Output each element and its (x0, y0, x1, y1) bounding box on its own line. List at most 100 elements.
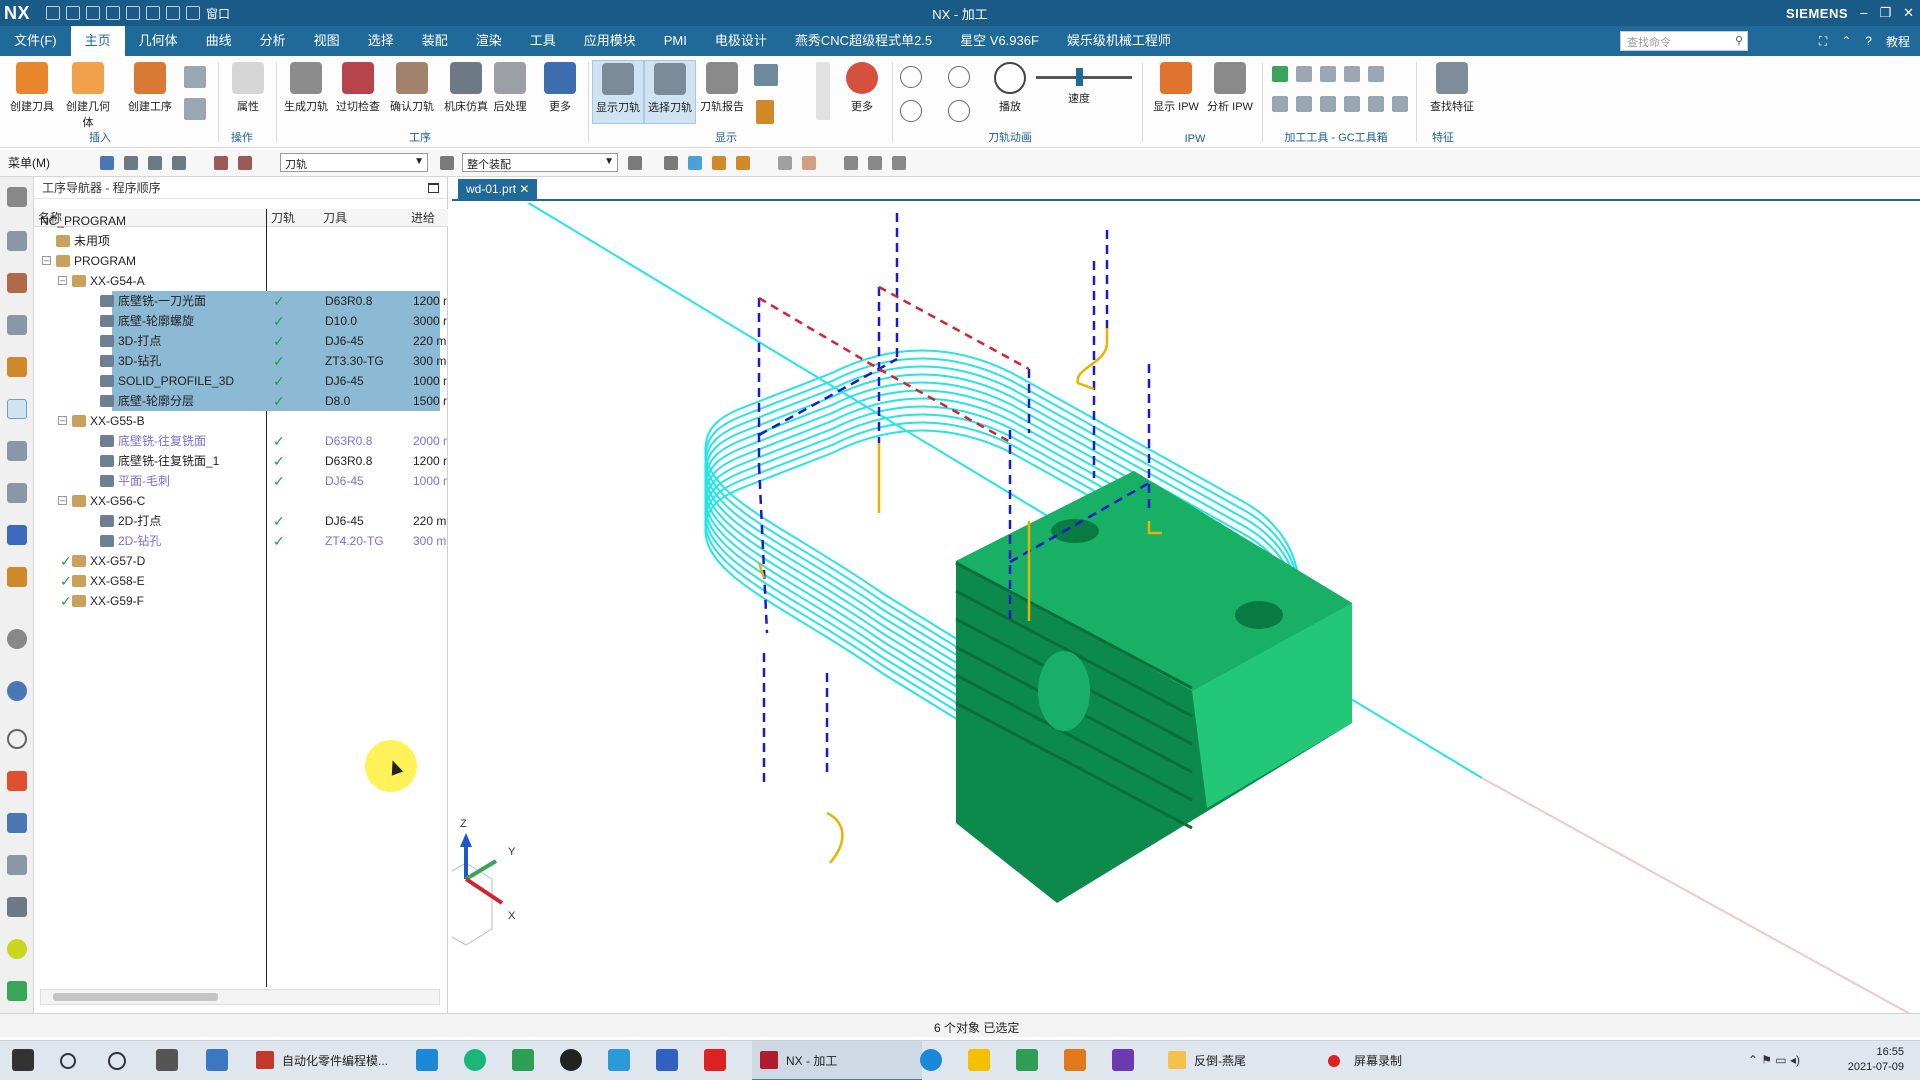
speed-slider[interactable] (1036, 76, 1132, 79)
palette-icon[interactable] (7, 771, 27, 791)
gc-tool2-icon[interactable] (1272, 96, 1288, 112)
taskbar-app-nx[interactable]: NX - 加工 (752, 1041, 922, 1080)
gc-tool-icon[interactable] (1296, 66, 1312, 82)
plugin2-icon[interactable] (7, 981, 27, 1001)
collapse-ribbon-icon[interactable]: ⌃ (1841, 34, 1851, 48)
analyze-ipw-button[interactable]: 分析 IPW (1204, 60, 1256, 124)
menu-xingkong[interactable]: 星空 V6.936F (946, 26, 1053, 56)
view3-icon[interactable] (892, 156, 906, 170)
filter-icon[interactable] (214, 156, 228, 170)
menu-engineer[interactable]: 娱乐级机械工程师 (1053, 26, 1185, 56)
tree-row[interactable]: – PROGRAM (40, 251, 440, 271)
calculator-icon[interactable] (206, 1049, 228, 1071)
operation-more-button[interactable]: 更多 (534, 60, 586, 124)
assembly-navigator-icon[interactable] (7, 231, 27, 251)
tree-row[interactable]: 底壁-轮廓分层 ✓ D8.0 1500 r (40, 391, 447, 411)
expand-toggle[interactable]: – (58, 416, 67, 425)
snap4-icon[interactable] (712, 156, 726, 170)
help-icon[interactable]: ? (1865, 34, 1872, 48)
tree-row[interactable]: – XX-G54-A (40, 271, 440, 291)
shade-icon[interactable] (778, 156, 792, 170)
notes-icon[interactable] (968, 1049, 990, 1071)
menu-yanxiu-cnc[interactable]: 燕秀CNC超级程式单2.5 (781, 26, 946, 56)
menu-analysis[interactable]: 分析 (246, 26, 300, 56)
taskbar-app-folder[interactable]: 反倒-燕尾 (1160, 1041, 1320, 1080)
gc-report-icon[interactable] (1344, 66, 1360, 82)
process-studio-icon[interactable] (7, 813, 27, 833)
menu-electrode[interactable]: 电极设计 (701, 26, 781, 56)
gc-list-icon[interactable] (1320, 66, 1336, 82)
selection-scope-select[interactable]: 整个装配 ▼ (462, 153, 618, 172)
operation-navigator-icon[interactable] (7, 399, 27, 419)
menu-render[interactable]: 渲染 (462, 26, 516, 56)
window-menu[interactable]: 窗口 (206, 5, 230, 22)
gc-tool5-icon[interactable] (1344, 96, 1360, 112)
generate-toolpath-button[interactable]: 生成刀轨 (280, 60, 332, 124)
properties-button[interactable]: 属性 (222, 60, 274, 124)
close-button[interactable]: ✕ (1903, 5, 1914, 21)
fullscreen-icon[interactable]: ⛶ (1819, 34, 1827, 49)
tool-library-icon[interactable] (7, 855, 27, 875)
expand-toggle[interactable]: – (58, 276, 67, 285)
maximize-icon[interactable] (428, 183, 439, 193)
gc-tool3-icon[interactable] (1296, 96, 1312, 112)
expand-toggle[interactable]: – (42, 256, 51, 265)
minimize-button[interactable]: – (1860, 5, 1867, 21)
part-navigator-icon[interactable] (7, 315, 27, 335)
qq-icon[interactable] (560, 1049, 582, 1071)
step-back-icon[interactable] (900, 66, 922, 88)
display-more-button[interactable]: 更多 (836, 60, 888, 124)
tree-row[interactable]: 底壁-轮廓螺旋 ✓ D10.0 3000 r (40, 311, 447, 331)
gc-tool4-icon[interactable] (1320, 96, 1336, 112)
restore-button[interactable]: ❐ (1879, 5, 1891, 21)
menu-assembly[interactable]: 装配 (408, 26, 462, 56)
snap3-icon[interactable] (688, 156, 702, 170)
move-order-icon[interactable] (816, 62, 830, 120)
window-switch-icon[interactable] (186, 6, 201, 20)
snap-icon[interactable] (628, 156, 642, 170)
visual-studio-icon[interactable] (1112, 1049, 1134, 1071)
menu-pmi[interactable]: PMI (650, 26, 701, 56)
taskbar-app-recorder[interactable]: 屏幕录制 (1320, 1041, 1480, 1080)
speed-slider-thumb[interactable] (1076, 68, 1083, 86)
taskbar-app-automation[interactable]: 自动化零件编程模... (248, 1041, 408, 1080)
info-icon[interactable] (7, 629, 27, 649)
plugin-icon[interactable] (7, 939, 27, 959)
command-search-input[interactable]: 查找命令 ⚲ (1620, 31, 1748, 51)
pinned-app-icon[interactable] (464, 1049, 486, 1071)
gc-check-icon[interactable] (1272, 66, 1288, 82)
tree-row[interactable]: ✓ XX-G57-D (40, 551, 440, 571)
tree-row[interactable]: 2D-钻孔 ✓ ZT4.20-TG 300 m (40, 531, 446, 551)
repeat-command-icon[interactable] (146, 6, 161, 20)
snap2-icon[interactable] (664, 156, 678, 170)
reuse-library-icon[interactable] (7, 357, 27, 377)
tree-row[interactable]: 底壁铣-一刀光面 ✓ D63R0.8 1200 r (40, 291, 447, 311)
scrollbar-thumb[interactable] (53, 993, 218, 1001)
view2-icon[interactable] (868, 156, 882, 170)
machine-tool-view-icon[interactable] (124, 156, 138, 170)
postprocess-button[interactable]: 后处理 (484, 60, 536, 124)
program-order-view-icon[interactable] (100, 156, 114, 170)
tutorial-link[interactable]: 教程 (1886, 33, 1910, 50)
menu-home[interactable]: 主页 (70, 26, 125, 56)
tray-icons[interactable]: ⌃ ⚑ ▭ ◂) (1748, 1053, 1800, 1067)
display-ipw-button[interactable]: 显示 IPW (1150, 60, 1202, 124)
horizontal-scrollbar[interactable] (40, 989, 440, 1005)
pinned-app-icon[interactable] (416, 1049, 438, 1071)
fast-forward-icon[interactable] (948, 100, 970, 122)
toolpath-report-button[interactable]: 刀轨报告 (696, 60, 748, 124)
save-icon[interactable] (46, 6, 61, 20)
pause-icon[interactable] (948, 66, 970, 88)
search-icon[interactable]: ⚲ (1735, 34, 1743, 47)
find-feature-button[interactable]: 查找特征 (1426, 60, 1478, 124)
play-button[interactable]: 播放 (984, 60, 1036, 124)
rewind-icon[interactable] (900, 100, 922, 122)
method-view-icon[interactable] (172, 156, 186, 170)
create-program-icon[interactable] (184, 98, 206, 120)
task-view-icon[interactable] (156, 1049, 178, 1071)
create-operation-button[interactable]: 创建工序 (124, 60, 176, 124)
excel-icon[interactable] (1016, 1049, 1038, 1071)
history-icon[interactable] (7, 729, 27, 749)
menu-geometry[interactable]: 几何体 (125, 26, 192, 56)
view-icon[interactable] (844, 156, 858, 170)
